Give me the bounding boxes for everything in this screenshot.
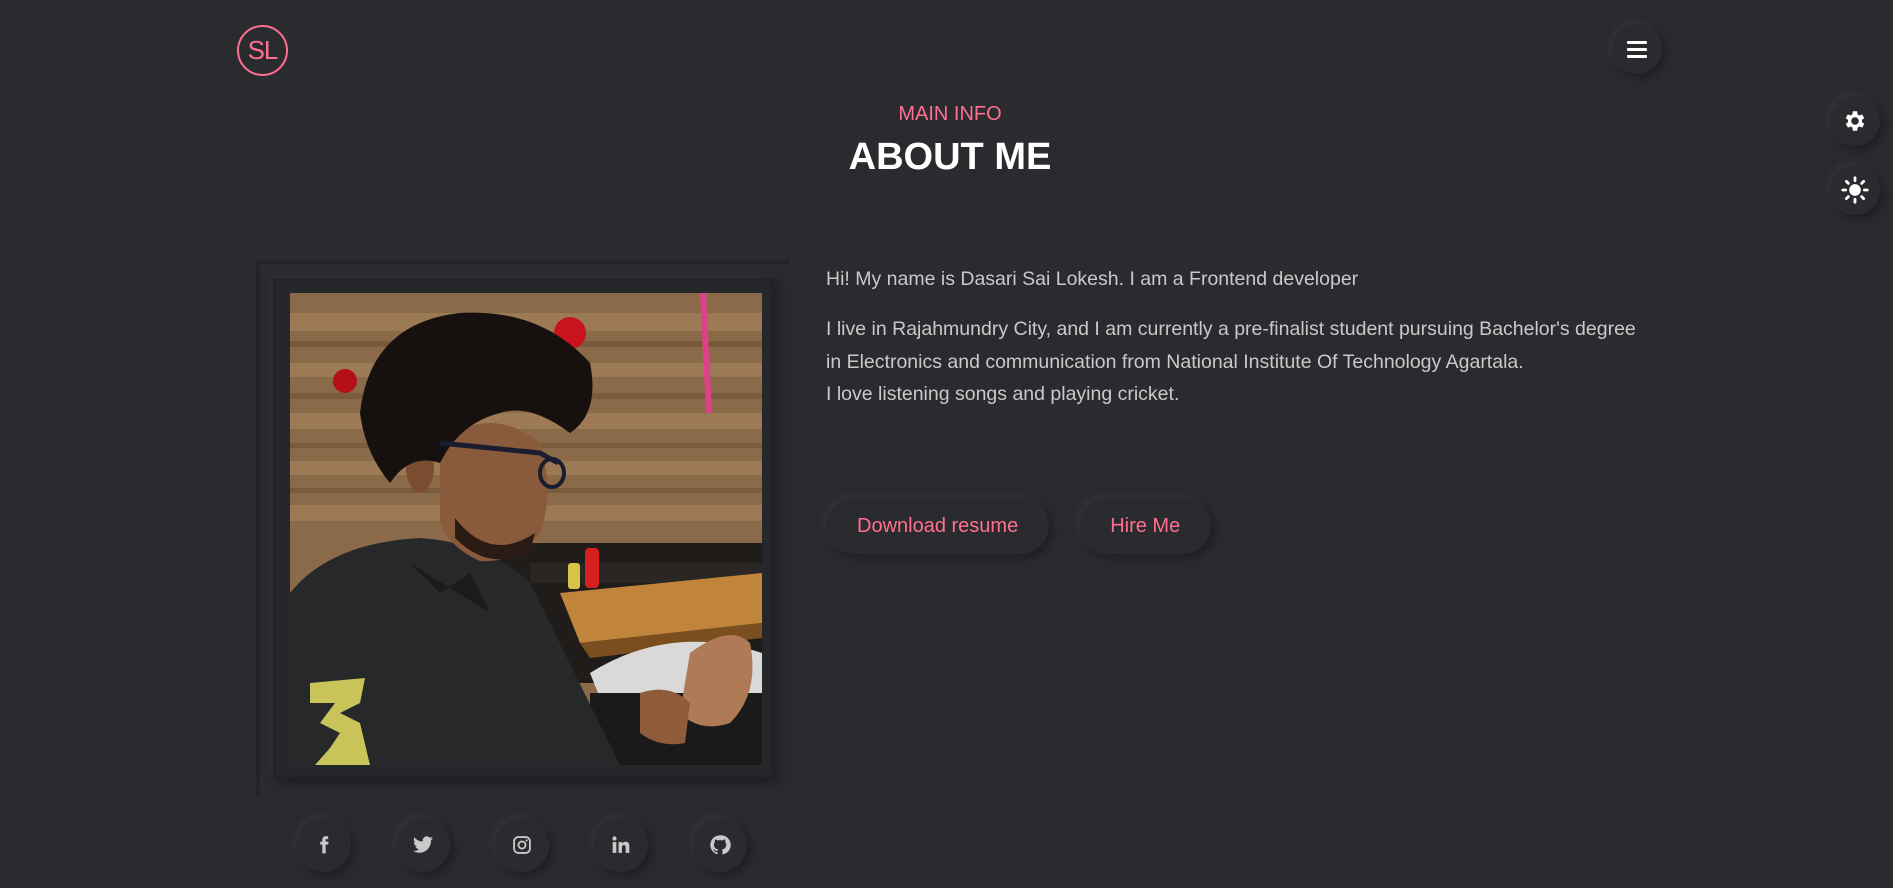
action-buttons: Download resume Hire Me — [826, 498, 1212, 554]
hamburger-icon — [1627, 41, 1647, 58]
bio-hobbies: I love listening songs and playing crick… — [826, 383, 1180, 405]
photo-frame — [273, 278, 773, 778]
about-page: SL MAIN INFO ABOUT ME Hi! My name is Das… — [0, 0, 1893, 888]
about-bio: I live in Rajahmundry City, and I am cur… — [826, 313, 1646, 411]
facebook-icon — [320, 836, 329, 854]
sun-icon — [1841, 176, 1869, 204]
section-title: ABOUT ME — [848, 136, 1052, 178]
instagram-link[interactable] — [495, 818, 549, 872]
github-link[interactable] — [693, 818, 747, 872]
hire-me-button[interactable]: Hire Me — [1079, 498, 1212, 554]
section-subtitle: MAIN INFO — [898, 103, 1002, 125]
twitter-link[interactable] — [396, 818, 450, 872]
instagram-icon — [513, 836, 531, 854]
linkedin-link[interactable] — [594, 818, 648, 872]
download-resume-button[interactable]: Download resume — [826, 498, 1050, 554]
logo[interactable]: SL — [237, 25, 288, 76]
social-links — [297, 818, 747, 872]
menu-button[interactable] — [1612, 24, 1662, 74]
bio-paragraph: I live in Rajahmundry City, and I am cur… — [826, 318, 1636, 373]
github-icon — [710, 835, 731, 855]
facebook-link[interactable] — [297, 818, 351, 872]
twitter-icon — [412, 836, 434, 853]
linkedin-icon — [612, 836, 630, 853]
profile-photo — [290, 293, 762, 765]
about-intro: Hi! My name is Dasari Sai Lokesh. I am a… — [826, 268, 1359, 290]
